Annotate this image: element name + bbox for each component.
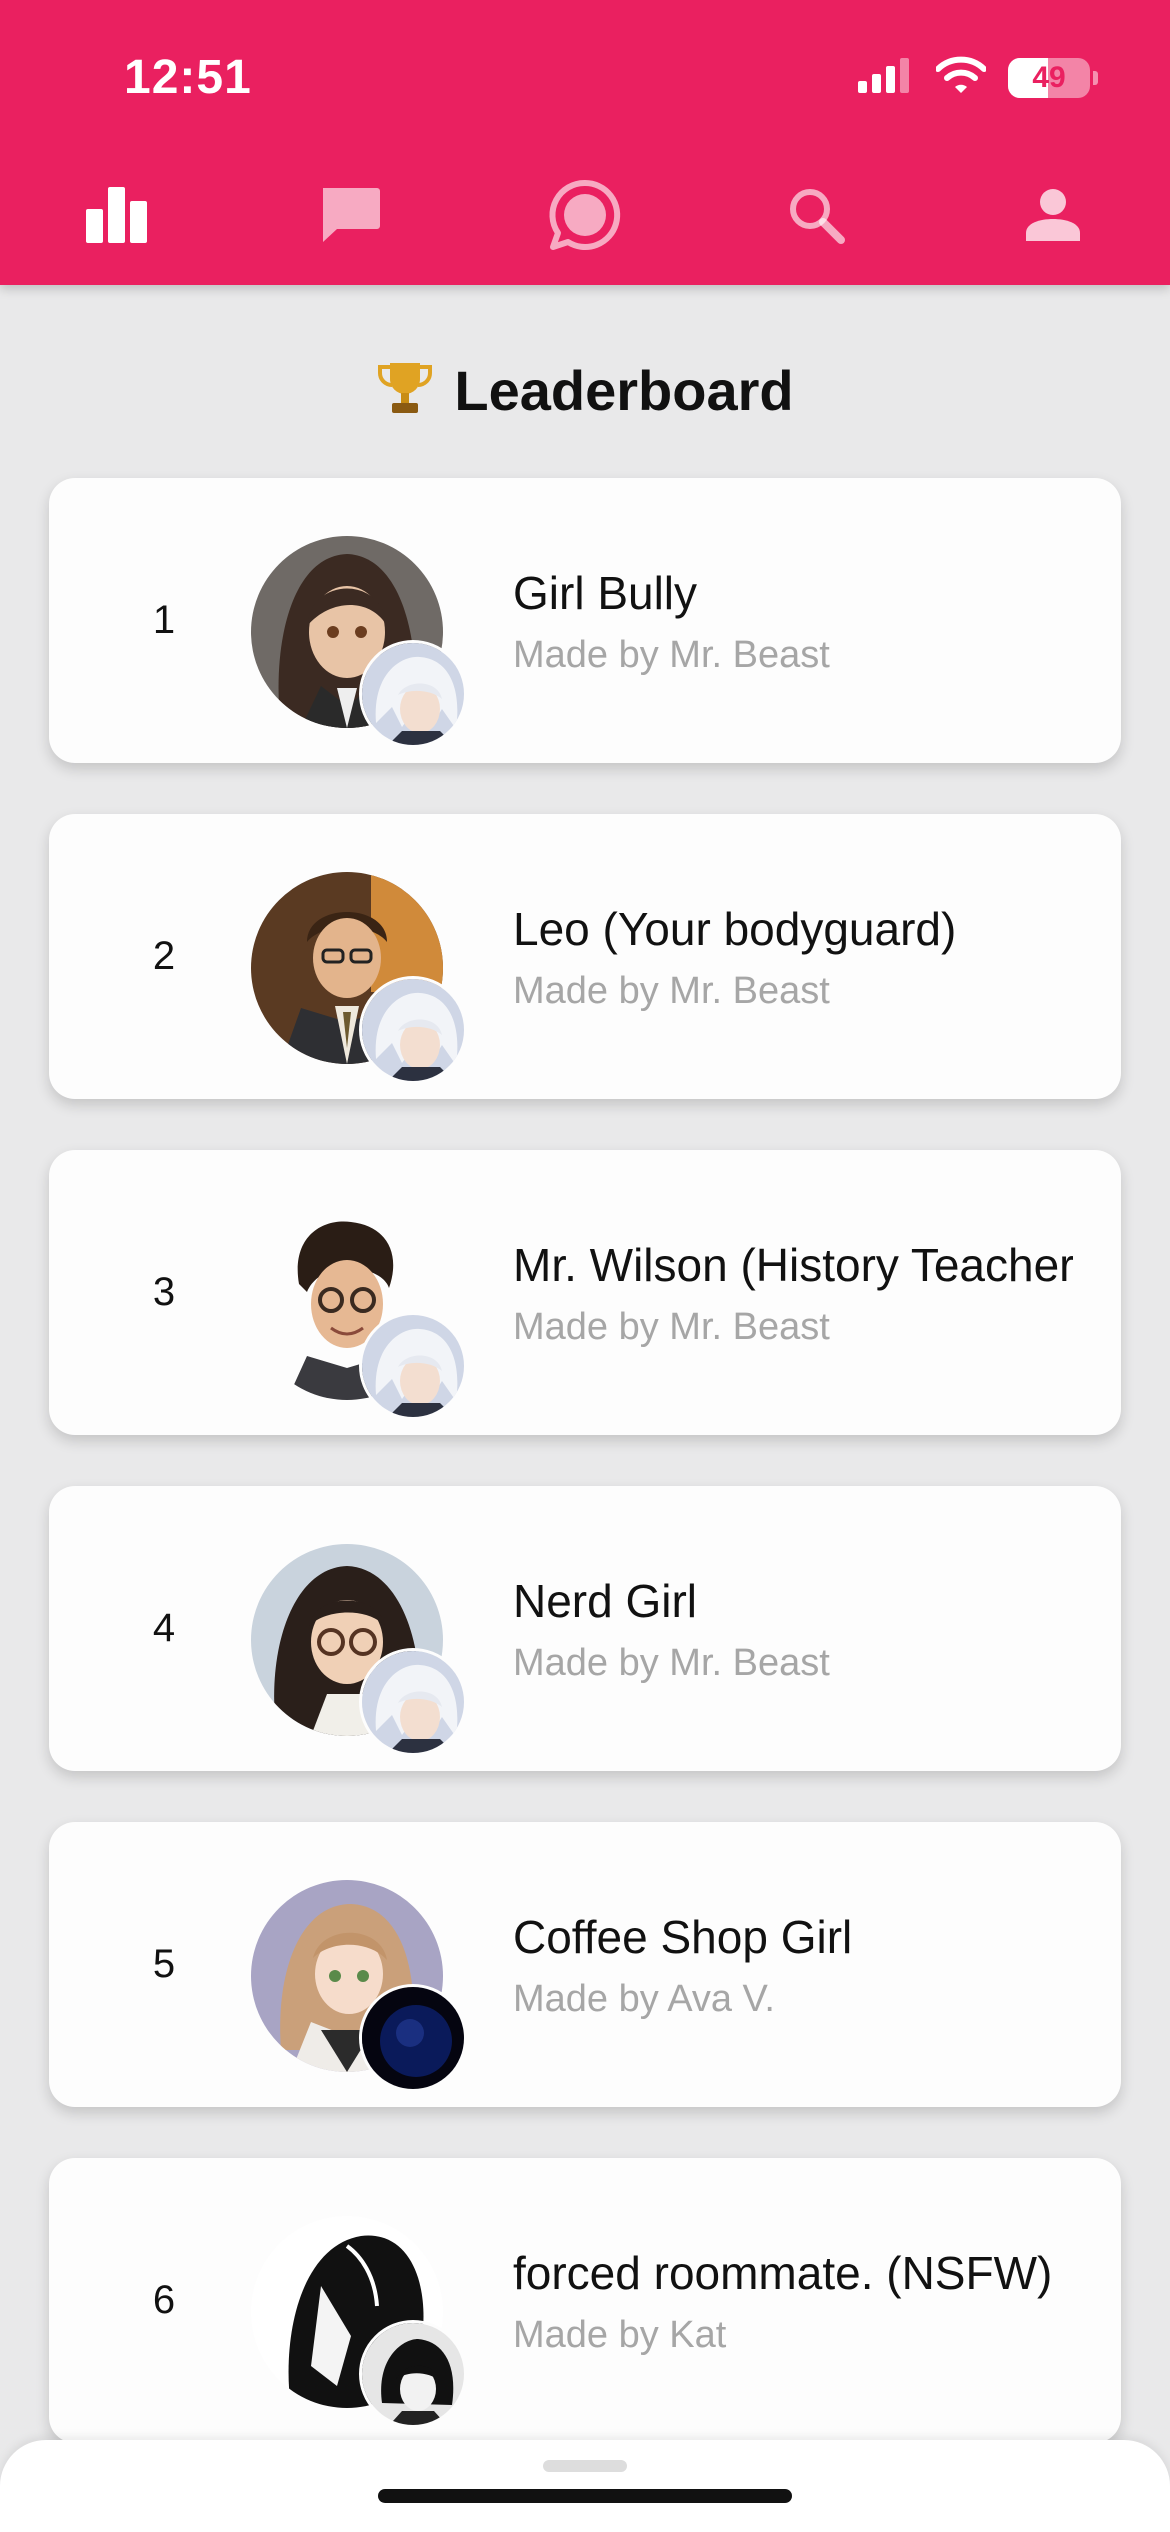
rank-number: 3 <box>152 1270 176 1314</box>
message-circle-icon <box>549 179 621 250</box>
rank-number: 6 <box>152 2278 176 2322</box>
bottom-sheet[interactable] <box>0 2440 1170 2532</box>
leaderboard-card[interactable]: 2 Leo (Your bodyguard) Made by Mr. Beast <box>49 814 1121 1099</box>
nav-messages[interactable] <box>535 170 635 260</box>
creator-avatar <box>359 2320 467 2428</box>
nav-leaderboard[interactable] <box>67 170 167 260</box>
character-author: Made by Ava V. <box>513 1978 775 2020</box>
page-title: Leaderboard <box>454 358 794 422</box>
battery-icon: 49 <box>1008 57 1098 98</box>
chat-bubble-icon <box>323 188 380 242</box>
leaderboard-card[interactable]: 6 forced roommate. (NSFW) Made by Kat <box>49 2158 1121 2443</box>
rank-number: 5 <box>152 1942 176 1986</box>
nav-search[interactable] <box>766 170 866 260</box>
character-author: Made by Mr. Beast <box>513 1306 830 1348</box>
creator-avatar <box>359 1648 467 1756</box>
character-author: Made by Kat <box>513 2314 727 2356</box>
top-nav <box>0 170 1170 260</box>
battery-level-text: 49 <box>1032 60 1066 94</box>
page-title-row: Leaderboard <box>0 350 1170 430</box>
character-name: Girl Bully <box>513 567 698 619</box>
search-icon <box>790 189 845 244</box>
creator-avatar <box>359 976 467 1084</box>
rank-number: 2 <box>152 934 176 978</box>
profile-person-icon <box>1026 189 1080 241</box>
trophy-icon <box>376 359 434 422</box>
nav-chats[interactable] <box>300 170 400 260</box>
character-author: Made by Mr. Beast <box>513 970 830 1012</box>
wifi-icon <box>935 56 987 99</box>
creator-avatar <box>359 1312 467 1420</box>
creator-avatar <box>359 1984 467 2092</box>
status-icons: 49 <box>858 56 1098 99</box>
rank-number: 1 <box>152 598 176 642</box>
creator-avatar <box>359 640 467 748</box>
character-name: Coffee Shop Girl <box>513 1911 853 1963</box>
leaderboard-card[interactable]: 1 Girl Bully Made by Mr. Beast <box>49 478 1121 763</box>
character-name: Nerd Girl <box>513 1575 698 1627</box>
status-bar: 12:51 49 <box>0 0 1170 160</box>
leaderboard-card[interactable]: 3 Mr. Wilson (History Teacher) Made by M… <box>49 1150 1121 1435</box>
rank-number: 4 <box>152 1606 176 1650</box>
character-author: Made by Mr. Beast <box>513 634 830 676</box>
cellular-signal-icon <box>858 57 914 98</box>
character-name: Leo (Your bodyguard) <box>513 903 957 955</box>
character-author: Made by Mr. Beast <box>513 1642 830 1684</box>
leaderboard-bar-chart-icon <box>86 187 147 243</box>
app-header: 12:51 49 <box>0 0 1170 285</box>
character-name: forced roommate. (NSFW) <box>513 2247 1053 2299</box>
character-name: Mr. Wilson (History Teacher) <box>513 1239 1073 1291</box>
leaderboard-card[interactable]: 5 Coffee Shop Girl Made by Ava V. <box>49 1822 1121 2107</box>
nav-profile[interactable] <box>1003 170 1103 260</box>
sheet-grip-handle[interactable] <box>543 2460 627 2472</box>
leaderboard-card[interactable]: 4 Nerd Girl Made by Mr. Beast <box>49 1486 1121 1771</box>
home-indicator[interactable] <box>378 2489 792 2503</box>
status-time: 12:51 <box>124 51 252 104</box>
